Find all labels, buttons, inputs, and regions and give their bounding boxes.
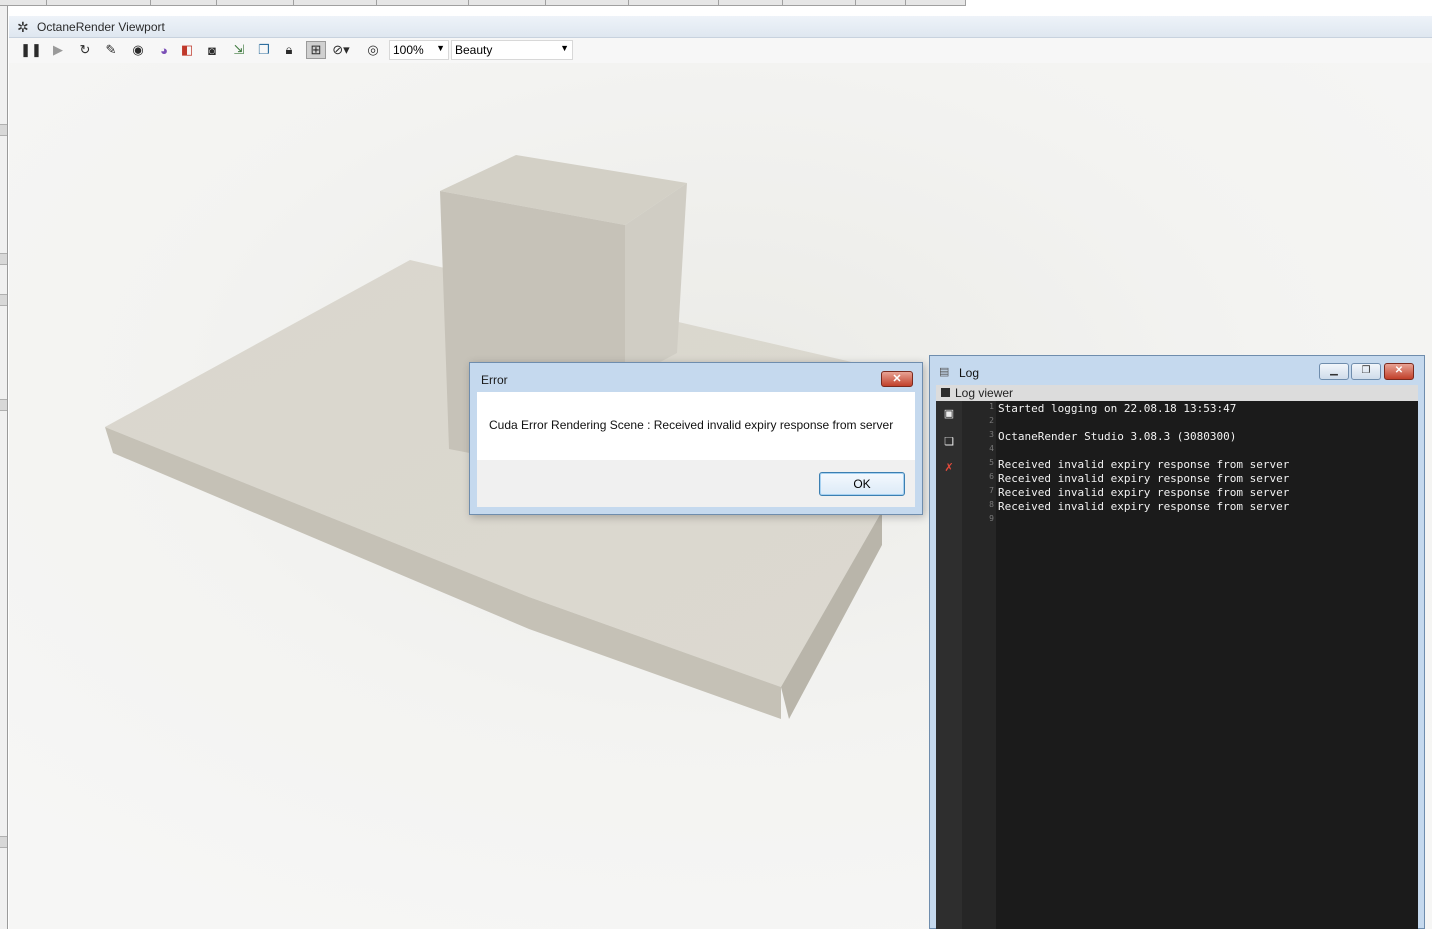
- line-number: 7: [989, 486, 994, 495]
- left-panel-edge: [0, 6, 8, 929]
- layout-grid-icon[interactable]: ⊞: [306, 41, 326, 59]
- play-icon[interactable]: ▶: [48, 41, 68, 59]
- clear-log-icon[interactable]: ✗: [940, 459, 958, 477]
- render-pass-select[interactable]: Beauty ▼: [451, 40, 573, 60]
- camera-icon[interactable]: ◙: [202, 41, 222, 59]
- lock-icon[interactable]: 🔒︎: [279, 41, 299, 59]
- line-number: 9: [989, 514, 994, 523]
- screen: ✲ OctaneRender Viewport ❚❚ ▶ ↻ ✎ ◉ ◕ ◧ ◙…: [0, 0, 1432, 929]
- log-line: Received invalid expiry response from se…: [998, 472, 1290, 485]
- log-line: Received invalid expiry response from se…: [998, 500, 1290, 513]
- octane-gear-icon: ✲: [17, 19, 29, 35]
- material-picker-icon[interactable]: ◉: [128, 41, 148, 59]
- tab-separator: [545, 0, 546, 5]
- save-icon[interactable]: ▣: [940, 405, 958, 423]
- close-icon[interactable]: ✕: [1384, 363, 1414, 380]
- error-dialog: Error ✕ Cuda Error Rendering Scene : Rec…: [469, 362, 923, 515]
- color-picker-icon[interactable]: ◕: [154, 41, 174, 59]
- log-line: Received invalid expiry response from se…: [998, 486, 1290, 499]
- minimize-icon[interactable]: ▁: [1319, 363, 1349, 380]
- visibility-dropdown-icon[interactable]: ⊘▾: [331, 41, 351, 59]
- left-panel-row: [0, 253, 7, 265]
- chevron-down-icon: ▼: [560, 43, 569, 53]
- log-line: Started logging on 22.08.18 13:53:47: [998, 402, 1237, 415]
- pause-icon[interactable]: ❚❚: [20, 41, 42, 59]
- render-pass-value: Beauty: [455, 43, 493, 57]
- tab-separator: [628, 0, 629, 5]
- copy-icon[interactable]: ❏: [940, 433, 958, 451]
- left-panel-row: [0, 294, 7, 306]
- viewport-title: OctaneRender Viewport: [37, 20, 165, 34]
- tab-separator: [46, 0, 47, 5]
- viewport-toolbar: ❚❚ ▶ ↻ ✎ ◉ ◕ ◧ ◙ ⇲ ❐ 🔒︎ ⊞ ⊘▾ ◎ 100% ▼ Be…: [9, 38, 1432, 63]
- line-number: 2: [989, 416, 994, 425]
- tab-separator: [468, 0, 469, 5]
- left-panel-row: [0, 124, 7, 136]
- tab-separator: [216, 0, 217, 5]
- error-dialog-body: Cuda Error Rendering Scene : Received in…: [477, 392, 915, 460]
- ok-button[interactable]: OK: [819, 472, 905, 496]
- log-window-title: Log: [959, 366, 980, 380]
- tab-separator: [782, 0, 783, 5]
- settings-globe-icon[interactable]: ◎: [363, 41, 383, 59]
- tab-separator: [150, 0, 151, 5]
- log-viewer-label: Log viewer: [955, 386, 1014, 400]
- tab-separator: [293, 0, 294, 5]
- restore-icon[interactable]: ❐: [1351, 363, 1381, 380]
- restart-icon[interactable]: ↻: [75, 41, 95, 59]
- close-icon[interactable]: ✕: [881, 371, 913, 387]
- log-viewer-checkbox[interactable]: [941, 388, 950, 397]
- focus-picker-icon[interactable]: ✎: [101, 41, 121, 59]
- line-number-gutter: 1 2 3 4 5 6 7 8 9: [962, 401, 996, 929]
- tab-separator: [718, 0, 719, 5]
- zoom-select[interactable]: 100% ▼: [389, 40, 449, 60]
- log-side-toolbar: ▣ ❏ ✗: [936, 401, 962, 929]
- top-tab-strip: [0, 0, 966, 6]
- left-panel-row: [0, 836, 7, 848]
- log-line: Received invalid expiry response from se…: [998, 458, 1290, 471]
- copy-to-clipboard-icon[interactable]: ❐: [254, 41, 274, 59]
- tab-separator: [965, 0, 966, 5]
- export-icon[interactable]: ⇲: [229, 41, 249, 59]
- line-number: 4: [989, 444, 994, 453]
- line-number: 5: [989, 458, 994, 467]
- line-number: 1: [989, 402, 994, 411]
- tab-separator: [905, 0, 906, 5]
- left-panel-row: [0, 399, 7, 411]
- log-document-icon: ▤: [939, 366, 950, 378]
- viewport-title-bar: ✲ OctaneRender Viewport: [9, 16, 1432, 38]
- line-number: 6: [989, 472, 994, 481]
- log-viewer: Log viewer ▣ ❏ ✗ 1 2 3 4 5 6 7 8 9 Start…: [936, 385, 1418, 929]
- error-dialog-title: Error: [481, 373, 508, 387]
- zoom-value: 100%: [393, 43, 424, 57]
- error-message: Cuda Error Rendering Scene : Received in…: [489, 418, 894, 432]
- region-render-icon[interactable]: ◧: [177, 41, 197, 59]
- error-dialog-footer: OK: [477, 460, 915, 507]
- line-number: 8: [989, 500, 994, 509]
- log-line: OctaneRender Studio 3.08.3 (3080300): [998, 430, 1237, 443]
- log-viewer-header: Log viewer: [936, 385, 1418, 401]
- log-window: ▤ Log ▁ ❐ ✕ Log viewer ▣ ❏ ✗ 1 2 3 4 5 6…: [929, 355, 1425, 929]
- chevron-down-icon: ▼: [436, 43, 445, 53]
- line-number: 3: [989, 430, 994, 439]
- tab-separator: [376, 0, 377, 5]
- tab-separator: [855, 0, 856, 5]
